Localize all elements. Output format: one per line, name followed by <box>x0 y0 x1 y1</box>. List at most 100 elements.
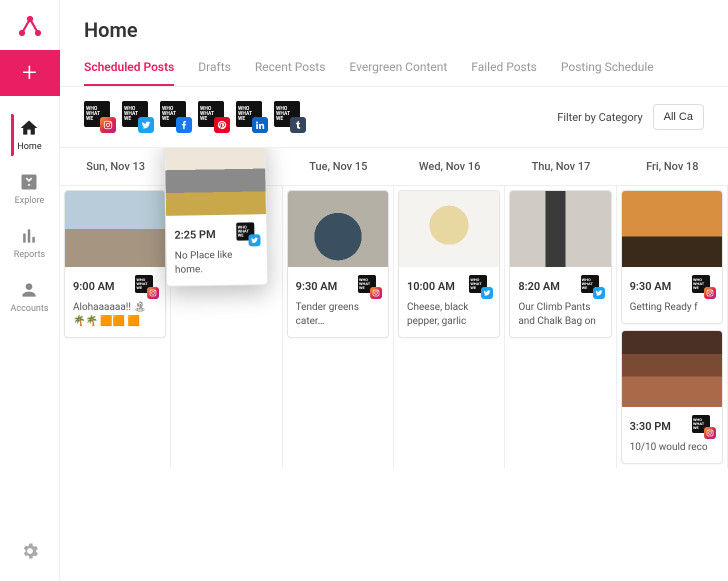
linkedin-icon <box>252 117 268 133</box>
post-time: 10:00 AM <box>407 280 455 293</box>
post-thumbnail <box>622 191 722 267</box>
pinterest-icon <box>214 117 230 133</box>
post-caption: Getting Ready f <box>630 301 714 315</box>
post-thumbnail <box>622 331 722 407</box>
nav-label: Reports <box>14 250 45 260</box>
post-card-body: 9:00 AM WHOWHATWE Alohaaaaaa!! 🏝🌴🌴 🟧🟧 🟧 <box>65 267 165 337</box>
post-card[interactable]: 10:00 AM WHOWHATWE Cheese, black pepper, g… <box>398 190 500 338</box>
account-filter-tumblr[interactable]: WHOWHATWE <box>274 101 306 133</box>
tab-posting-schedule[interactable]: Posting Schedule <box>561 50 654 86</box>
add-button[interactable]: + <box>0 50 60 96</box>
day-column[interactable]: 8:20 AM WHOWHATWE Our Climb Pants and Chal… <box>505 186 616 468</box>
post-card[interactable]: 9:30 AM WHOWHATWE Getting Ready f <box>621 190 723 324</box>
calendar: Sun, Nov 13Mon, Nov 14Tue, Nov 15Wed, No… <box>60 148 728 581</box>
tab-evergreen[interactable]: Evergreen Content <box>349 50 447 86</box>
settings-button[interactable] <box>20 541 40 565</box>
post-card-body: 9:30 AM WHOWHATWE Tender greens cater… <box>288 267 388 337</box>
post-account-badge[interactable]: WHOWHATWE <box>692 415 714 437</box>
instagram-icon <box>147 287 159 299</box>
post-account-badge[interactable]: WHOWHATWE <box>692 275 714 297</box>
day-column[interactable]: 10:00 AM WHOWHATWE Cheese, black pepper, g… <box>394 186 505 468</box>
post-thumbnail <box>510 191 610 267</box>
post-card-body: 8:20 AM WHOWHATWE Our Climb Pants and Chal… <box>510 267 610 337</box>
day-column[interactable]: 9:00 AM WHOWHATWE Alohaaaaaa!! 🏝🌴🌴 🟧🟧 🟧 <box>60 186 171 468</box>
post-time: 8:20 AM <box>518 280 560 293</box>
day-header: Wed, Nov 16 <box>394 148 505 185</box>
category-filter-select[interactable]: All Ca <box>653 104 704 130</box>
sidebar: + Home Explore Reports Accounts <box>0 0 60 581</box>
post-time: 2:25 PM <box>175 228 217 242</box>
post-account-badge[interactable]: WHOWHATWE <box>469 275 491 297</box>
post-thumbnail <box>399 191 499 267</box>
instagram-icon <box>704 287 716 299</box>
post-time: 9:30 AM <box>630 280 672 293</box>
post-card[interactable]: 3:30 PM WHOWHATWE 10/10 would reco <box>621 330 723 464</box>
calendar-header-row: Sun, Nov 13Mon, Nov 14Tue, Nov 15Wed, No… <box>60 148 728 186</box>
tab-failed[interactable]: Failed Posts <box>471 50 537 86</box>
twitter-icon <box>481 287 493 299</box>
filter-label: Filter by Category <box>557 111 642 124</box>
post-caption: Alohaaaaaa!! 🏝🌴🌴 🟧🟧 🟧 <box>73 301 157 329</box>
post-card-body: 3:30 PM WHOWHATWE 10/10 would reco <box>622 407 722 463</box>
post-card[interactable]: 8:20 AM WHOWHATWE Our Climb Pants and Chal… <box>509 190 611 338</box>
post-card[interactable]: 9:30 AM WHOWHATWE Tender greens cater… <box>287 190 389 338</box>
post-caption: Our Climb Pants and Chalk Bag on duty … <box>518 301 602 329</box>
account-filter-icons: WHOWHATWEWHOWHATWEWHOWHATWEWHOWHATWEWHOW… <box>84 101 306 133</box>
post-thumbnail <box>288 191 388 267</box>
account-filter-facebook[interactable]: WHOWHATWE <box>160 101 192 133</box>
calendar-content-row: 9:00 AM WHOWHATWE Alohaaaaaa!! 🏝🌴🌴 🟧🟧 🟧 2:2… <box>60 186 728 468</box>
day-header: Tue, Nov 15 <box>283 148 394 185</box>
main-content: Home Scheduled Posts Drafts Recent Posts… <box>60 0 728 581</box>
nav-home[interactable]: Home <box>11 108 49 162</box>
toolbar: WHOWHATWEWHOWHATWEWHOWHATWEWHOWHATWEWHOW… <box>60 87 728 148</box>
main-nav: Home Explore Reports Accounts <box>11 96 49 541</box>
reports-icon <box>19 226 39 246</box>
tab-scheduled-posts[interactable]: Scheduled Posts <box>84 50 174 86</box>
post-time: 9:00 AM <box>73 280 115 293</box>
post-caption: 10/10 would reco <box>630 441 714 455</box>
facebook-icon <box>176 117 192 133</box>
tab-recent-posts[interactable]: Recent Posts <box>255 50 326 86</box>
instagram-icon <box>370 287 382 299</box>
post-card[interactable]: 9:00 AM WHOWHATWE Alohaaaaaa!! 🏝🌴🌴 🟧🟧 🟧 <box>64 190 166 338</box>
add-plus-icon: + <box>22 58 37 88</box>
post-caption: Cheese, black pepper, garlic powder, pap… <box>407 301 491 329</box>
post-card[interactable]: 2:25 PM WHOWHATWE No Place like home. <box>164 148 269 287</box>
post-card-body: 9:30 AM WHOWHATWE Getting Ready f <box>622 267 722 323</box>
post-account-badge[interactable]: WHOWHATWE <box>581 275 603 297</box>
post-caption: No Place like home. <box>175 248 260 277</box>
post-account-badge[interactable]: WHOWHATWE <box>135 275 157 297</box>
post-time: 9:30 AM <box>296 280 338 293</box>
day-column[interactable]: 9:30 AM WHOWHATWE Getting Ready f 3:30 PM WH… <box>617 186 728 468</box>
nav-reports[interactable]: Reports <box>11 216 49 270</box>
nav-explore[interactable]: Explore <box>11 162 49 216</box>
twitter-icon <box>593 287 605 299</box>
post-thumbnail <box>165 148 267 216</box>
account-filter-instagram[interactable]: WHOWHATWE <box>84 101 116 133</box>
post-account-badge[interactable]: WHOWHATWE <box>358 275 380 297</box>
page-title: Home <box>60 0 728 50</box>
home-icon <box>19 118 39 138</box>
tumblr-icon <box>290 117 306 133</box>
accounts-icon <box>19 280 39 300</box>
gear-icon <box>20 541 40 561</box>
instagram-icon <box>704 427 716 439</box>
nav-accounts[interactable]: Accounts <box>11 270 49 324</box>
nav-label: Accounts <box>11 304 49 314</box>
account-filter-twitter[interactable]: WHOWHATWE <box>122 101 154 133</box>
day-column[interactable]: 2:25 PM WHOWHATWE No Place like home. <box>171 186 282 468</box>
day-column[interactable]: 9:30 AM WHOWHATWE Tender greens cater… <box>283 186 394 468</box>
post-card-body: 10:00 AM WHOWHATWE Cheese, black pepper, g… <box>399 267 499 337</box>
app-logo[interactable] <box>0 0 60 50</box>
post-account-badge[interactable]: WHOWHATWE <box>237 222 259 244</box>
tab-drafts[interactable]: Drafts <box>198 50 231 86</box>
account-filter-linkedin[interactable]: WHOWHATWE <box>236 101 268 133</box>
tabs: Scheduled Posts Drafts Recent Posts Ever… <box>60 50 728 87</box>
account-filter-pinterest[interactable]: WHOWHATWE <box>198 101 230 133</box>
nav-label: Explore <box>15 196 45 206</box>
day-header: Sun, Nov 13 <box>60 148 171 185</box>
nav-label: Home <box>17 142 41 152</box>
post-time: 3:30 PM <box>630 420 671 433</box>
explore-icon <box>19 172 39 192</box>
post-caption: Tender greens cater… <box>296 301 380 329</box>
